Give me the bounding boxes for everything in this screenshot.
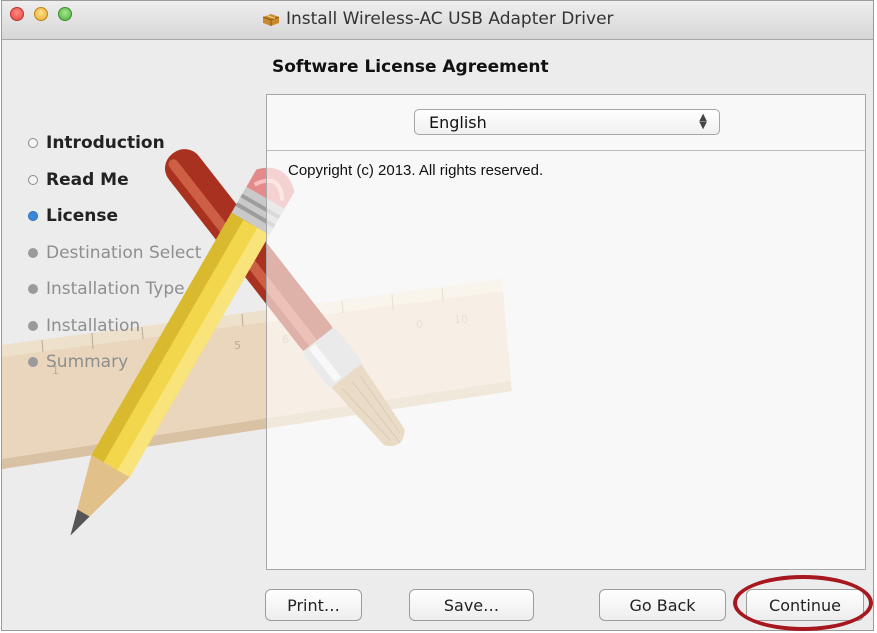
step-label: Destination Select	[46, 242, 202, 263]
license-panel: English ▲ ▼ Copyright (c) 2013. All right…	[266, 94, 866, 570]
language-select[interactable]: English ▲ ▼	[414, 109, 720, 135]
go-back-button[interactable]: Go Back	[599, 589, 726, 621]
step-destination-select: Destination Select	[28, 235, 201, 272]
step-label: Introduction	[46, 133, 165, 154]
window-title: Install Wireless-AC USB Adapter Driver	[262, 9, 614, 29]
step-done-indicator-icon	[28, 138, 38, 149]
step-pending-indicator-icon	[28, 284, 38, 295]
print-button[interactable]: Print…	[265, 589, 362, 621]
installer-window: Install Wireless-AC USB Adapter Driver 1	[1, 0, 874, 631]
step-label: Summary	[46, 352, 129, 373]
step-current-indicator-icon	[28, 211, 38, 222]
minimize-window-button[interactable]	[34, 7, 48, 21]
page-heading: Software License Agreement	[272, 57, 549, 77]
zoom-window-button[interactable]	[58, 7, 72, 21]
step-read-me: Read Me	[28, 162, 201, 199]
step-pending-indicator-icon	[28, 247, 38, 258]
step-license: License	[28, 198, 201, 235]
language-select-value: English	[429, 113, 487, 132]
step-label: License	[46, 206, 119, 227]
step-installation: Installation	[28, 308, 201, 345]
step-label: Installation	[46, 315, 141, 336]
installer-steps-sidebar: Introduction Read Me License Destination…	[28, 125, 201, 381]
close-window-button[interactable]	[10, 7, 24, 21]
continue-button[interactable]: Continue	[746, 589, 864, 621]
package-icon	[262, 14, 280, 26]
language-bar: English ▲ ▼	[267, 95, 865, 151]
step-summary: Summary	[28, 344, 201, 381]
title-bar[interactable]: Install Wireless-AC USB Adapter Driver	[2, 1, 873, 40]
step-pending-indicator-icon	[28, 357, 38, 368]
step-introduction: Introduction	[28, 125, 201, 162]
window-title-text: Install Wireless-AC USB Adapter Driver	[286, 9, 614, 29]
step-done-indicator-icon	[28, 174, 38, 185]
step-pending-indicator-icon	[28, 320, 38, 331]
step-label: Installation Type	[46, 279, 185, 300]
step-installation-type: Installation Type	[28, 271, 201, 308]
save-button[interactable]: Save…	[409, 589, 534, 621]
svg-text:5: 5	[234, 339, 241, 352]
up-down-chevron-icon: ▲ ▼	[699, 112, 707, 131]
license-text[interactable]: Copyright (c) 2013. All rights reserved.	[288, 162, 543, 179]
step-label: Read Me	[46, 169, 129, 190]
